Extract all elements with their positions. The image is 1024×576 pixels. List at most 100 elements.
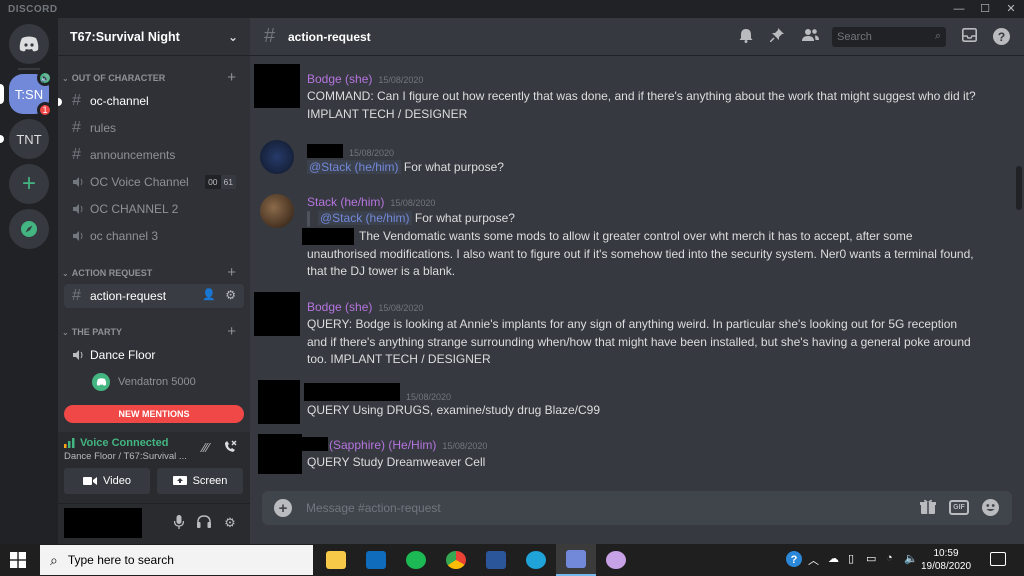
outlook-icon[interactable] <box>356 544 396 576</box>
search-input[interactable]: Search ⌕ <box>832 27 946 47</box>
inbox-icon[interactable] <box>960 28 978 46</box>
message-author[interactable]: Bodge (she) 15/08/2020 <box>307 300 423 314</box>
channel-rules[interactable]: # rules <box>64 116 244 140</box>
upload-plus-icon[interactable]: + <box>274 499 292 517</box>
explore-servers-button[interactable] <box>9 209 49 249</box>
disconnect-icon[interactable] <box>220 440 240 460</box>
voice-channel-user[interactable]: Vendatron 5000 <box>92 372 242 392</box>
video-button[interactable]: Video <box>64 468 150 494</box>
channel-action-request[interactable]: # action-request 👤 ⚙ <box>64 284 244 308</box>
redacted-author-name[interactable] <box>304 383 400 401</box>
server-tsn-label: T:SN <box>14 86 44 102</box>
taskbar-search-input[interactable]: ⌕ Type here to search <box>40 545 313 575</box>
collapse-arrow-icon: ⌄ <box>62 327 69 337</box>
guild-header[interactable]: T67:Survival Night ⌄ <box>58 18 250 56</box>
close-button[interactable]: ✕ <box>998 0 1024 18</box>
onedrive-icon[interactable]: ☁ <box>828 552 839 565</box>
screen-share-button[interactable]: Screen <box>157 468 243 494</box>
avatar[interactable] <box>260 140 294 174</box>
unread-server-pill <box>0 135 4 143</box>
new-mentions-button[interactable]: NEW MENTIONS <box>64 405 244 423</box>
avatar[interactable] <box>260 194 294 228</box>
microphone-icon[interactable] <box>170 515 188 533</box>
usb-icon[interactable]: ▯ <box>848 552 854 565</box>
channel-label: Dance Floor <box>90 348 156 362</box>
channel-oc-channel[interactable]: # oc-channel <box>58 89 244 113</box>
voice-location[interactable]: Dance Floor / T67:Survival ... <box>64 451 194 462</box>
category-out-of-character[interactable]: ⌄ OUT OF CHARACTER + <box>58 69 250 86</box>
message-composer[interactable]: + Message #action-request GIF <box>262 491 1012 525</box>
channel-dance-floor[interactable]: Dance Floor <box>64 343 244 367</box>
create-channel-icon[interactable]: + <box>227 69 236 86</box>
windows-start-icon[interactable] <box>10 552 26 568</box>
volume-icon[interactable]: 🔈 <box>904 552 918 565</box>
help-tray-icon[interactable]: ? <box>786 551 802 570</box>
user-settings-gear-icon[interactable]: ⚙ <box>221 515 239 533</box>
headphones-icon[interactable] <box>195 515 213 533</box>
server-separator <box>18 68 40 70</box>
minimize-button[interactable]: — <box>946 0 972 18</box>
wifi-icon[interactable]: ◔ <box>886 552 893 564</box>
category-label: THE PARTY <box>71 327 123 337</box>
system-clock[interactable]: 10:59 19/08/2020 <box>918 547 974 573</box>
avatar[interactable] <box>258 380 300 424</box>
noise-suppression-icon[interactable]: ⁄⁄⁄ <box>196 440 216 460</box>
server-tsn[interactable]: T:SN 🔊 1 <box>9 70 53 118</box>
member-list-icon[interactable] <box>801 28 819 46</box>
battery-icon[interactable]: ▭ <box>866 552 876 565</box>
category-action-request[interactable]: ⌄ ACTION REQUEST + <box>58 264 250 281</box>
action-center-icon[interactable] <box>990 552 1006 566</box>
tray-expand-icon[interactable]: ︿ <box>808 552 819 568</box>
scrollbar-thumb[interactable] <box>1016 166 1022 210</box>
message-author[interactable]: Bodge (she) 15/08/2020 <box>307 72 423 86</box>
svg-text:?: ? <box>791 554 798 566</box>
voice-status[interactable]: Voice Connected <box>64 437 168 449</box>
channel-announcements[interactable]: # announcements <box>64 143 244 167</box>
home-button[interactable] <box>9 24 49 64</box>
invite-icon[interactable]: 👤 <box>202 288 216 301</box>
create-channel-icon[interactable]: + <box>227 264 236 281</box>
message-author[interactable]: (Sapphire) (He/Him) 15/08/2020 <box>329 438 487 452</box>
emoji-icon[interactable] <box>982 499 999 519</box>
category-the-party[interactable]: ⌄ THE PARTY + <box>58 323 250 340</box>
help-icon[interactable]: ? <box>992 28 1010 46</box>
user-mention[interactable]: @Stack (he/him) <box>307 160 401 174</box>
maximize-button[interactable]: ☐ <box>972 0 998 18</box>
discord-taskbar-icon[interactable] <box>556 544 596 576</box>
create-channel-icon[interactable]: + <box>227 323 236 340</box>
avatar[interactable] <box>254 64 300 108</box>
message-author[interactable]: Stack (he/him) 15/08/2020 <box>307 195 435 209</box>
gif-button[interactable]: GIF <box>949 500 969 515</box>
notification-bell-icon[interactable] <box>737 28 755 46</box>
redacted-author-name[interactable] <box>302 437 328 451</box>
redacted-user-info[interactable] <box>64 508 142 538</box>
user-mention[interactable]: @Stack (he/him) <box>318 211 412 225</box>
camera-icon <box>83 477 98 485</box>
add-server-button[interactable]: + <box>9 164 49 204</box>
paint-icon[interactable] <box>596 544 636 576</box>
channel-label: OC Voice Channel <box>90 175 189 189</box>
avatar[interactable] <box>258 434 302 474</box>
edge-icon[interactable] <box>516 544 556 576</box>
file-explorer-icon[interactable] <box>316 544 356 576</box>
gear-icon[interactable]: ⚙ <box>225 288 236 302</box>
channel-oc-channel-2[interactable]: OC CHANNEL 2 <box>64 197 244 221</box>
redacted-author-name[interactable] <box>307 144 343 158</box>
chrome-icon[interactable] <box>436 544 476 576</box>
selected-server-pill <box>0 84 4 104</box>
message-text: The Vendomatic wants some mods to allow … <box>307 229 974 278</box>
word-icon[interactable] <box>476 544 516 576</box>
gift-icon[interactable] <box>920 499 936 517</box>
spotify-icon[interactable] <box>396 544 436 576</box>
channel-oc-voice[interactable]: OC Voice Channel 00 61 <box>64 170 244 194</box>
chat-area: # action-request Search ⌕ ? Bodge (she) … <box>250 18 1024 544</box>
channel-label: oc-channel <box>90 94 149 108</box>
taskbar-search-placeholder: Type here to search <box>67 553 174 567</box>
message-input-placeholder[interactable]: Message #action-request <box>306 501 441 515</box>
pin-icon[interactable] <box>768 28 786 46</box>
message-text: QUERY: Bodge is looking at Annie's impla… <box>307 317 971 366</box>
server-tnt[interactable]: TNT <box>9 119 49 159</box>
avatar[interactable] <box>254 292 300 336</box>
channel-oc-channel-3[interactable]: oc channel 3 <box>64 224 244 248</box>
signal-icon <box>64 438 75 448</box>
